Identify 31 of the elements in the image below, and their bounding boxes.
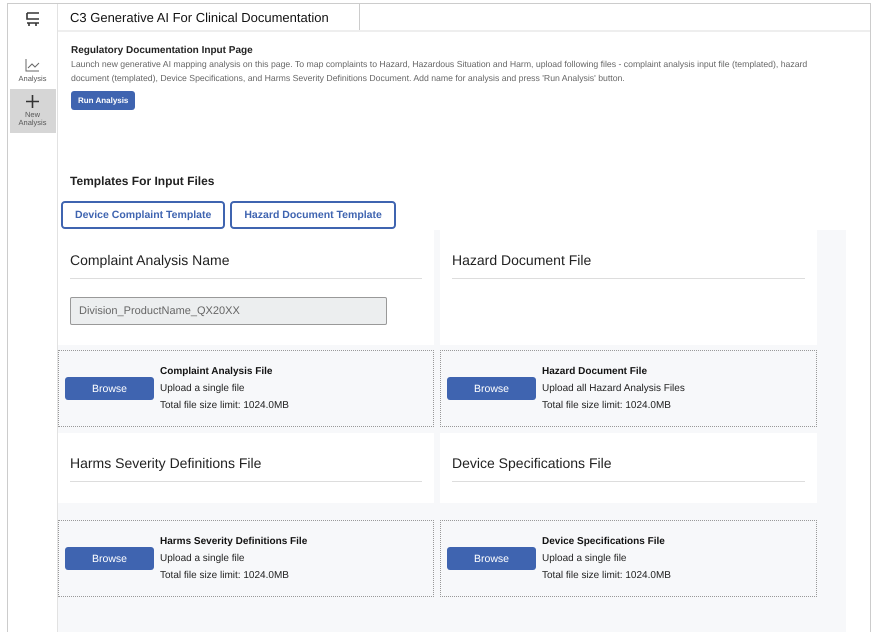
upload-title: Complaint Analysis File [160, 366, 274, 377]
browse-button[interactable]: Browse [65, 547, 154, 570]
template-button[interactable]: Hazard Document Template [230, 201, 396, 229]
card-heading: Harms Severity Definitions File [70, 455, 422, 482]
upload-hint: Upload a single file [160, 383, 246, 394]
template-button[interactable]: Device Complaint Template [61, 201, 226, 229]
size-limit: Total file size limit: 1024.0MB [160, 400, 289, 411]
card-heading: Hazard Document File [452, 252, 805, 279]
page-title: Regulatory Documentation Input Page [71, 45, 254, 56]
app-title: C3 Generative AI For Clinical Documentation [58, 4, 360, 30]
section-title: Templates For Input Files [70, 174, 216, 188]
size-limit: Total file size limit: 1024.0MB [160, 570, 290, 581]
logo-icon [26, 12, 40, 26]
size-limit: Total file size limit: 1024.0MB [542, 570, 671, 581]
page-description: Launch new generative AI mapping analysis on this page. To map complaints to Hazard, Hazardous Situation and Harm, upload following files - complaint analysis input file (templated), hazard document (templated), Device Specifications, and Harms Severity Definitions Document. Add name for analysis and press 'Run Analysis' button. [71, 58, 808, 85]
upload-title: Harms Severity Definitions File [160, 536, 308, 547]
browse-button[interactable]: Browse [447, 377, 536, 400]
run-analysis-button[interactable]: Run Analysis [71, 91, 136, 110]
upload-title: Hazard Document File [542, 366, 648, 377]
size-limit: Total file size limit: 1024.0MB [542, 400, 672, 411]
upload-title: Device Specifications File [542, 536, 666, 547]
upload-hint: Upload a single file [542, 553, 628, 564]
line-chart-icon [25, 58, 40, 72]
browse-button[interactable]: Browse [447, 547, 536, 570]
upload-hint: Upload all Hazard Analysis Files [542, 383, 685, 394]
card-heading: Device Specifications File [452, 455, 805, 482]
upload-hint: Upload a single file [160, 553, 246, 564]
card-heading: Complaint Analysis Name [70, 252, 422, 279]
plus-icon [26, 94, 39, 108]
name-field[interactable]: Division_ProductName_QX20XX [70, 297, 387, 325]
browse-button[interactable]: Browse [65, 377, 154, 400]
